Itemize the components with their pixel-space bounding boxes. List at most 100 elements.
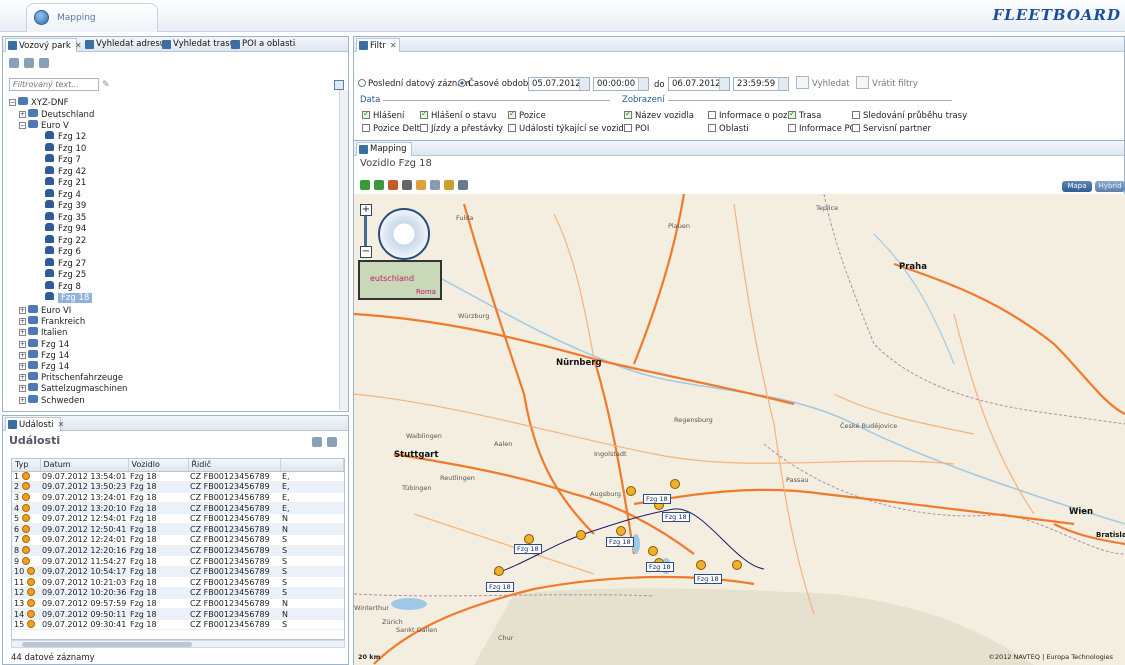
- radio-time-period[interactable]: Časové období: [458, 79, 531, 89]
- col-vehicle[interactable]: Vozidlo: [128, 459, 189, 472]
- data-checkbox[interactable]: Hlášení o stavu: [420, 111, 496, 121]
- vehicle-label[interactable]: Fzg 18: [662, 512, 690, 522]
- tree-vehicle[interactable]: Fzg 25: [45, 269, 86, 280]
- time-from-field[interactable]: 00:00:00: [593, 77, 649, 91]
- close-icon[interactable]: ✕: [58, 420, 65, 429]
- vehicle-label[interactable]: Fzg 18: [486, 582, 514, 592]
- zoom-out-button[interactable]: −: [360, 246, 372, 258]
- spinner-icon[interactable]: [778, 78, 788, 90]
- tree-filter-input[interactable]: [9, 78, 99, 91]
- tree-vehicle[interactable]: Fzg 39: [45, 200, 86, 211]
- tree-root[interactable]: − XYZ-DNF: [9, 97, 69, 108]
- vehicle-marker-icon[interactable]: [616, 526, 626, 536]
- table-row[interactable]: 15 09.07.2012 09:30:41 Fzg 18 CZ FB0012345…: [12, 619, 344, 631]
- table-row[interactable]: 3 09.07.2012 13:24:01 Fzg 18 CZ FB00123456…: [12, 492, 344, 504]
- table-row[interactable]: 1 09.07.2012 13:54:01 Fzg 18 CZ FB00123456…: [12, 471, 344, 483]
- tree-vehicle[interactable]: Fzg 94: [45, 223, 86, 234]
- tab-mapping[interactable]: Mapping: [356, 142, 412, 156]
- display-checkbox[interactable]: Servisní partner: [852, 124, 931, 134]
- table-row[interactable]: 7 09.07.2012 12:24:01 Fzg 18 CZ FB00123456…: [12, 534, 344, 546]
- overview-minimap[interactable]: eutschland Roma: [358, 260, 442, 300]
- vehicle-marker-icon[interactable]: [494, 566, 504, 576]
- map-nav-control[interactable]: + −: [360, 204, 440, 266]
- zoom-in-button[interactable]: +: [360, 204, 372, 216]
- zoom-icon[interactable]: [430, 180, 440, 190]
- vehicle-marker-icon[interactable]: [576, 530, 586, 540]
- copy-icon[interactable]: [334, 80, 344, 90]
- app-tab-mapping[interactable]: Mapping: [26, 3, 158, 32]
- tree-group[interactable]: + Euro VI: [19, 305, 71, 316]
- display-checkbox[interactable]: Název vozidla: [624, 111, 694, 121]
- table-row[interactable]: 14 09.07.2012 09:50:11 Fzg 18 CZ FB0012345…: [12, 608, 344, 620]
- tab-search-route[interactable]: Vyhledat trasu: [160, 38, 235, 52]
- table-row[interactable]: 2 09.07.2012 13:50:23 Fzg 18 CZ FB00123456…: [12, 481, 344, 493]
- tree-group[interactable]: + Sattelzugmaschinen: [19, 383, 127, 394]
- tab-search-address[interactable]: Vyhledat adresu: [83, 38, 165, 52]
- tree-group[interactable]: + Schweden: [19, 394, 85, 406]
- zoom-slider[interactable]: [364, 216, 367, 246]
- tree-vehicle[interactable]: Fzg 7: [45, 154, 81, 165]
- tree-vehicle[interactable]: Fzg 4: [45, 188, 81, 200]
- vehicle-label[interactable]: Fzg 18: [646, 562, 674, 572]
- tree-group[interactable]: + Fzg 14: [19, 349, 69, 361]
- close-icon[interactable]: ✕: [390, 41, 397, 50]
- export-icon[interactable]: [312, 437, 322, 447]
- tree-vehicle[interactable]: Fzg 27: [45, 257, 86, 269]
- table-row[interactable]: 4 09.07.2012 13:20:10 Fzg 18 CZ FB00123456…: [12, 502, 344, 514]
- pin-icon[interactable]: [402, 180, 412, 190]
- vehicle-marker-icon[interactable]: [524, 534, 534, 544]
- tab-poi-areas[interactable]: POI a oblasti: [229, 38, 315, 52]
- vehicle-label[interactable]: Fzg 18: [643, 494, 671, 504]
- search-button[interactable]: Vyhledat: [796, 76, 850, 89]
- reset-filters-button[interactable]: Vrátit filtry: [856, 76, 918, 89]
- home-icon[interactable]: [388, 180, 398, 190]
- tree-vehicle[interactable]: Fzg 8: [45, 280, 81, 292]
- display-checkbox[interactable]: Trasa: [788, 111, 821, 121]
- tree-group[interactable]: + Frankreich: [19, 316, 85, 327]
- tab-fleet[interactable]: Vozový park ✕: [5, 38, 82, 52]
- vehicle-marker-icon[interactable]: [696, 560, 706, 570]
- tab-filter[interactable]: Filtr ✕: [356, 38, 400, 52]
- print-icon[interactable]: [458, 180, 468, 190]
- print-icon[interactable]: [327, 437, 337, 447]
- chevron-down-icon[interactable]: [719, 78, 729, 90]
- data-checkbox[interactable]: Hlášení: [362, 111, 404, 121]
- table-row[interactable]: 9 09.07.2012 11:54:27 Fzg 18 CZ FB00123456…: [12, 555, 344, 567]
- hybrid-mode-button[interactable]: Hybrid: [1095, 181, 1125, 192]
- data-checkbox[interactable]: Jízdy a přestávky: [420, 124, 503, 134]
- date-to-field[interactable]: 06.07.2012: [668, 77, 730, 91]
- data-checkbox[interactable]: Události týkající se vozidla: [508, 124, 631, 134]
- hand-icon[interactable]: [416, 180, 426, 190]
- col-date[interactable]: Datum: [40, 459, 129, 472]
- user-icon[interactable]: [24, 58, 34, 68]
- list-icon[interactable]: [9, 58, 19, 68]
- table-row[interactable]: 13 09.07.2012 09:57:59 Fzg 18 CZ FB0012345…: [12, 598, 344, 610]
- forward-arrow-icon[interactable]: [374, 180, 384, 190]
- col-driver[interactable]: Řidič: [188, 459, 281, 472]
- close-icon[interactable]: ✕: [75, 41, 82, 50]
- radio-last-record[interactable]: Poslední datový záznam: [358, 79, 471, 89]
- tab-events[interactable]: Události ✕: [5, 417, 64, 431]
- vehicle-label[interactable]: Fzg 18: [514, 544, 542, 554]
- pan-control[interactable]: [378, 208, 430, 260]
- date-from-field[interactable]: 05.07.2012: [528, 77, 590, 91]
- spinner-icon[interactable]: [638, 78, 648, 90]
- tree-vehicle[interactable]: Fzg 35: [45, 211, 86, 223]
- table-row[interactable]: 5 09.07.2012 12:54:01 Fzg 18 CZ FB00123456…: [12, 513, 344, 525]
- table-row[interactable]: 12 09.07.2012 10:20:36 Fzg 18 CZ FB0012345…: [12, 587, 344, 599]
- tree-vehicle[interactable]: Fzg 12: [45, 131, 86, 142]
- vehicle-label[interactable]: Fzg 18: [606, 537, 634, 547]
- refresh-icon[interactable]: [39, 58, 49, 68]
- map-canvas[interactable]: Praha Nürnberg Stuttgart Wien Bratislava…: [354, 194, 1125, 665]
- vehicle-marker-icon[interactable]: [648, 546, 658, 556]
- vehicle-marker-icon[interactable]: [626, 486, 636, 496]
- display-checkbox[interactable]: Informace o pozici: [708, 111, 797, 121]
- vehicle-marker-icon[interactable]: [732, 560, 742, 570]
- measure-icon[interactable]: [444, 180, 454, 190]
- tree-group[interactable]: + Pritschenfahrzeuge: [19, 372, 123, 383]
- time-to-field[interactable]: 23:59:59: [733, 77, 789, 91]
- tree-vehicle[interactable]: Fzg 10: [45, 142, 86, 154]
- pencil-icon[interactable]: ✎: [102, 80, 112, 90]
- vehicle-marker-icon[interactable]: [670, 479, 680, 489]
- tree-group[interactable]: + Fzg 14: [19, 338, 69, 350]
